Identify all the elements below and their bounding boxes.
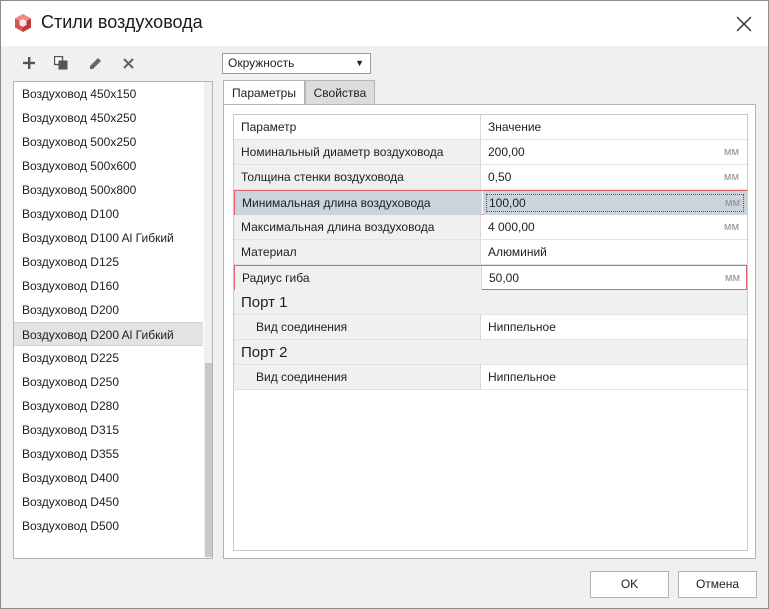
title-bar: Стили воздуховода (1, 1, 768, 46)
row-name: Минимальная длина воздуховода (235, 191, 482, 215)
value-text: Ниппельное (488, 370, 556, 384)
cancel-button[interactable]: Отмена (678, 571, 757, 598)
style-list-item[interactable]: Воздуховод D225 (14, 346, 203, 370)
row-material: Материал Алюминий (234, 240, 747, 265)
unit-label: мм (723, 221, 739, 233)
styles-dialog: Стили воздуховода Воздуховод 450x150 Воз… (0, 0, 769, 609)
dropdown-arrow-icon: ▼ (355, 58, 364, 68)
value-field[interactable]: 0,50 мм (482, 165, 747, 189)
value-text: 200,00 (488, 145, 525, 159)
row-name: Вид соединения (234, 315, 481, 339)
style-list-item[interactable]: Воздуховод D100 (14, 202, 203, 226)
style-list-item[interactable]: Воздуховод D400 (14, 466, 203, 490)
section-port-1: Порт 1 (234, 290, 747, 315)
delete-style-button[interactable] (118, 53, 138, 73)
value-text: 4 000,00 (488, 220, 535, 234)
style-list-item[interactable]: Воздуховод 500x250 (14, 130, 203, 154)
value-text: 50,00 (489, 271, 520, 285)
value-field[interactable]: 100,00 мм (483, 191, 748, 215)
copy-style-button[interactable] (51, 53, 71, 73)
edit-style-button[interactable] (85, 53, 105, 73)
style-list-item[interactable]: Воздуховод D160 (14, 274, 203, 298)
grid-header: Параметр Значение (234, 115, 747, 140)
ok-button[interactable]: OK (590, 571, 669, 598)
value-field[interactable]: Ниппельное (482, 315, 747, 339)
style-list-item[interactable]: Воздуховод D355 (14, 442, 203, 466)
x-icon (122, 57, 134, 69)
row-port2-connection: Вид соединения Ниппельное (234, 365, 747, 390)
row-name: Толщина стенки воздуховода (234, 165, 481, 189)
plus-icon (23, 57, 35, 69)
duplicate-icon (54, 56, 68, 70)
row-bend-radius: Радиус гиба 50,00 мм (234, 265, 747, 290)
value-field[interactable]: Ниппельное (482, 365, 747, 389)
value-text: Алюминий (488, 245, 547, 259)
tab-properties-label: Свойства (313, 86, 367, 100)
shape-dropdown[interactable]: Окружность ▼ (222, 53, 371, 74)
styles-list: Воздуховод 450x150 Воздуховод 450x250 Возд… (13, 81, 213, 559)
add-style-button[interactable] (19, 53, 39, 73)
style-list-item[interactable]: Воздуховод D100 Al Гибкий (14, 226, 203, 250)
style-list-item[interactable]: Воздуховод D125 (14, 250, 203, 274)
style-list-item[interactable]: Воздуховод 500x800 (14, 178, 203, 202)
list-scrollbar-thumb[interactable] (205, 363, 212, 557)
row-port1-connection: Вид соединения Ниппельное (234, 315, 747, 340)
style-list-item[interactable]: Воздуховод D500 (14, 514, 203, 538)
value-field[interactable]: Алюминий (482, 240, 747, 264)
close-icon (736, 16, 752, 32)
unit-label: мм (723, 146, 739, 158)
close-button[interactable] (727, 7, 761, 41)
list-scrollbar[interactable] (204, 82, 212, 558)
row-nominal-diameter: Номинальный диаметр воздуховода 200,00 м… (234, 140, 747, 165)
row-name: Материал (234, 240, 481, 264)
value-field[interactable]: 50,00 мм (483, 266, 748, 290)
property-grid: Параметр Значение Номинальный диаметр во… (233, 114, 748, 551)
style-list-item[interactable]: Воздуховод D450 (14, 490, 203, 514)
style-list-item[interactable]: Воздуховод D200 (14, 298, 203, 322)
style-list-item[interactable]: Воздуховод 500x600 (14, 154, 203, 178)
unit-label: мм (723, 171, 739, 183)
row-name: Вид соединения (234, 365, 481, 389)
tab-parameters[interactable]: Параметры (223, 80, 305, 105)
tab-properties[interactable]: Свойства (305, 80, 375, 104)
row-min-length: Минимальная длина воздуховода 100,00 мм (234, 190, 748, 215)
tab-parameters-label: Параметры (232, 86, 296, 100)
unit-label: мм (724, 272, 740, 284)
app-cube-icon (13, 13, 33, 33)
column-header-parameter: Параметр (234, 115, 481, 139)
style-list-item[interactable]: Воздуховод D200 Al Гибкий (14, 322, 203, 346)
style-list-item[interactable]: Воздуховод D250 (14, 370, 203, 394)
value-text: 0,50 (488, 170, 512, 184)
row-name: Максимальная длина воздуховода (234, 215, 481, 239)
style-list-item[interactable]: Воздуховод 450x150 (14, 82, 203, 106)
style-list-item[interactable]: Воздуховод D315 (14, 418, 203, 442)
row-name: Радиус гиба (235, 266, 482, 290)
value-field[interactable]: 4 000,00 мм (482, 215, 747, 239)
unit-label: мм (724, 197, 740, 209)
shape-dropdown-value: Окружность (228, 56, 295, 70)
column-header-value: Значение (482, 115, 747, 139)
parameters-panel: Параметр Значение Номинальный диаметр во… (223, 104, 756, 559)
pencil-icon (89, 57, 101, 69)
styles-toolbar (13, 51, 213, 75)
value-field[interactable]: 200,00 мм (482, 140, 747, 164)
window-title: Стили воздуховода (41, 12, 203, 32)
section-port-2: Порт 2 (234, 340, 747, 365)
style-list-item[interactable]: Воздуховод D280 (14, 394, 203, 418)
value-text: Ниппельное (488, 320, 556, 334)
row-name: Номинальный диаметр воздуховода (234, 140, 481, 164)
row-max-length: Максимальная длина воздуховода 4 000,00 … (234, 215, 747, 240)
style-list-item[interactable]: Воздуховод 450x250 (14, 106, 203, 130)
focus-outline (486, 194, 744, 212)
row-wall-thickness: Толщина стенки воздуховода 0,50 мм (234, 165, 747, 190)
